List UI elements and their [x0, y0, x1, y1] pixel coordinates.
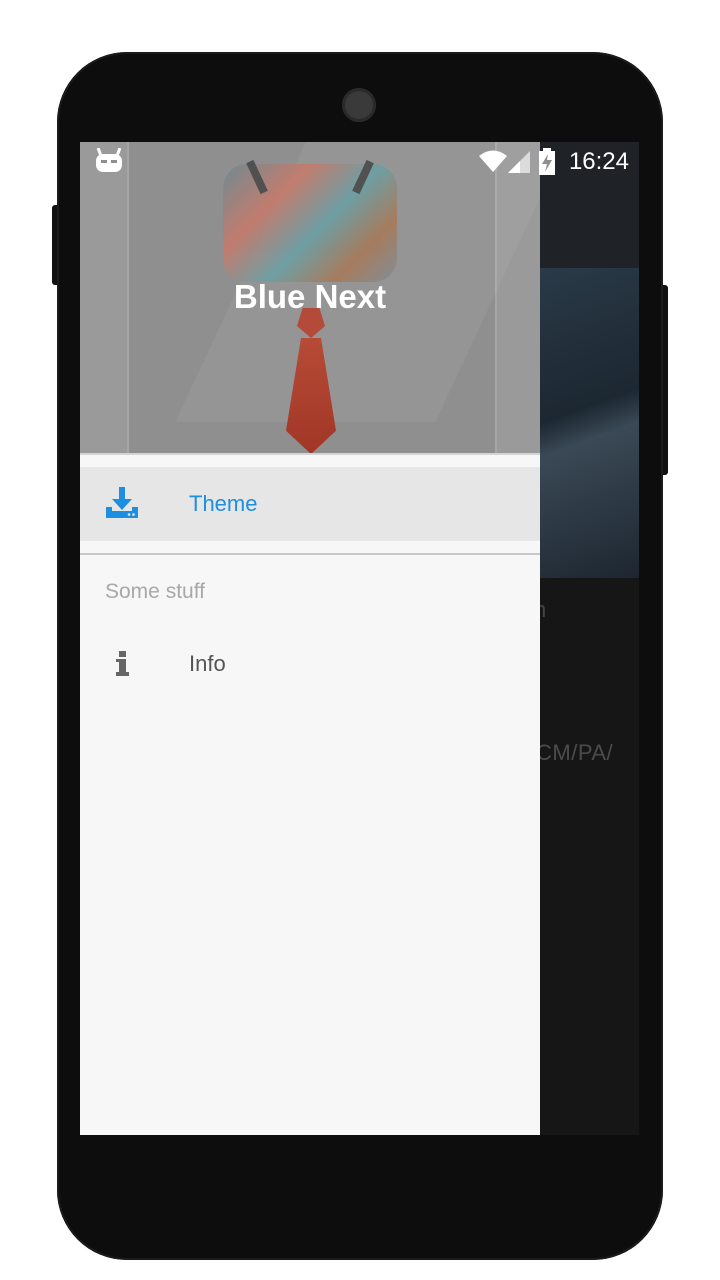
info-icon	[104, 645, 140, 681]
section-title: Some stuff	[105, 580, 205, 603]
wifi-icon	[478, 149, 508, 178]
status-bar: 16:24	[80, 142, 639, 182]
front-camera	[342, 88, 376, 122]
section-divider	[80, 553, 540, 555]
screen: n CM/PA/ Blue Next Theme Some stuff Info…	[80, 142, 639, 1135]
navigation-drawer: Blue Next Theme Some stuff Info	[80, 142, 540, 1135]
drawer-item-info[interactable]: Info	[80, 627, 540, 701]
background-text: CM/PA/	[536, 740, 614, 765]
signal-icon	[508, 150, 532, 179]
background-wallpaper-image	[540, 268, 639, 578]
header-divider	[80, 453, 540, 455]
drawer-header-title: Blue Next	[233, 278, 387, 315]
drawer-header: Blue Next	[80, 142, 540, 454]
drawer-item-theme[interactable]: Theme	[80, 467, 540, 541]
drawer-item-label: Theme	[189, 491, 258, 516]
cyanogen-icon	[94, 147, 124, 174]
status-time: 16:24	[568, 148, 629, 175]
download-icon	[104, 485, 140, 521]
drawer-item-label: Info	[189, 651, 226, 676]
battery-charging-icon	[538, 148, 556, 181]
